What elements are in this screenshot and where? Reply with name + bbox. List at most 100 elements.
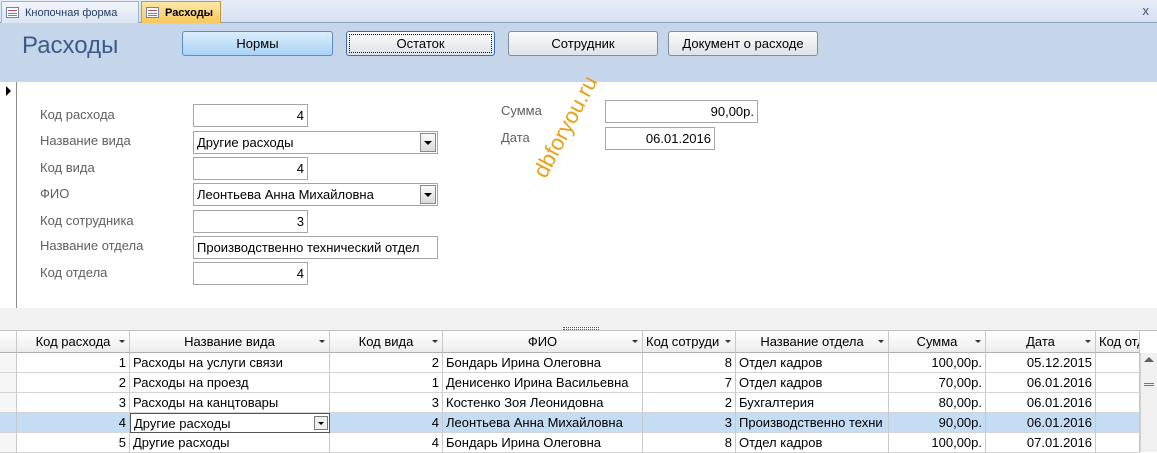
close-icon[interactable]: x [1143,3,1150,18]
table-cell[interactable]: 8 [643,433,736,453]
table-cell[interactable]: 3 [643,413,736,433]
type-code-field[interactable]: 4 [193,157,308,180]
type-name-combo[interactable]: Другие расходы [193,131,438,154]
label-fio: ФИО [40,186,70,201]
expense-document-button[interactable]: Документ о расходе [668,31,818,56]
table-cell[interactable]: 2 [330,353,443,373]
table-cell[interactable]: 4 [330,433,443,453]
fio-combo[interactable]: Леонтьева Анна Михайловна [193,183,438,206]
column-header[interactable]: ФИО [443,331,643,353]
select-all-corner[interactable] [0,331,17,353]
table-cell[interactable]: Бондарь Ирина Олеговна [443,353,643,373]
table-cell[interactable]: 4 [17,413,130,433]
table-cell[interactable]: 70,00р. [889,373,986,393]
column-header[interactable]: Сумма [889,331,986,353]
sort-arrow-icon[interactable] [319,340,325,343]
row-selector[interactable] [0,353,17,373]
table-cell[interactable] [1096,413,1140,433]
table-cell[interactable]: Расходы на проезд [130,373,330,393]
table-cell[interactable]: Производственно техни [736,413,889,433]
splitter-grip-icon[interactable] [563,327,599,330]
table-cell[interactable]: Расходы на канцтовары [130,393,330,413]
table-cell[interactable]: 5 [17,433,130,453]
column-header[interactable]: Код вида [330,331,443,353]
table-cell[interactable]: 3 [330,393,443,413]
vertical-scrollbar[interactable] [1140,353,1157,452]
sort-arrow-icon[interactable] [878,340,884,343]
table-cell[interactable]: Леонтьева Анна Михайловна [443,413,643,433]
record-selector[interactable] [0,82,17,308]
table-cell[interactable]: 80,00р. [889,393,986,413]
table-cell[interactable]: 2 [643,393,736,413]
table-cell[interactable] [1096,373,1140,393]
table-cell[interactable]: 100,00р. [889,433,986,453]
scroll-up-icon[interactable] [1144,357,1154,362]
split-form-divider[interactable] [0,308,1157,331]
table-cell[interactable]: Бухгалтерия [736,393,889,413]
sort-arrow-icon[interactable] [1085,340,1091,343]
table-cell[interactable]: 2 [17,373,130,393]
tab-button-form[interactable]: Кнопочная форма [1,1,139,23]
department-code-field[interactable]: 4 [193,262,308,285]
row-selector[interactable] [0,373,17,393]
employee-code-field[interactable]: 3 [193,210,308,233]
table-cell[interactable]: Отдел кадров [736,433,889,453]
chevron-down-icon[interactable] [420,185,436,204]
table-cell[interactable] [1096,353,1140,373]
column-header[interactable]: Дата [986,331,1096,353]
table-cell[interactable]: 90,00р. [889,413,986,433]
table-cell[interactable]: Расходы на услуги связи [130,353,330,373]
table-cell[interactable]: Отдел кадров [736,353,889,373]
table-cell[interactable]: 7 [643,373,736,393]
table-cell[interactable]: Отдел кадров [736,373,889,393]
column-header[interactable]: Код расхода [17,331,130,353]
table-cell[interactable]: 05.12.2015 [986,353,1096,373]
department-name-field[interactable]: Производственно технический отдел [193,236,438,259]
chevron-down-icon[interactable] [314,416,328,430]
table-cell[interactable]: 4 [330,413,443,433]
sort-arrow-icon[interactable] [432,340,438,343]
table-cell[interactable]: 07.01.2016 [986,433,1096,453]
datasheet-grid: Код расхода Название вида Код вида ФИО К… [0,331,1157,453]
column-header[interactable]: Код отд [1096,331,1140,353]
table-cell[interactable]: 3 [17,393,130,413]
label-department-code: Код отдела [40,265,108,280]
sort-arrow-icon[interactable] [975,340,981,343]
table-cell[interactable]: Бондарь Ирина Олеговна [443,433,643,453]
table-cell[interactable]: Другие расходы [130,433,330,453]
norms-button[interactable]: Нормы [182,31,333,56]
employee-button[interactable]: Сотрудник [508,31,658,56]
row-selector[interactable] [0,393,17,413]
column-header[interactable]: Название отдела [736,331,889,353]
chevron-down-icon[interactable] [420,133,436,152]
column-header[interactable]: Код сотруди [643,331,736,353]
scroll-thumb[interactable] [1144,383,1154,386]
balance-button[interactable]: Остаток [346,31,495,56]
amount-field[interactable]: 90,00р. [605,100,758,123]
table-cell[interactable]: 06.01.2016 [986,373,1096,393]
table-cell[interactable]: 100,00р. [889,353,986,373]
row-selector[interactable] [0,413,17,433]
table-cell[interactable]: Денисенко Ирина Васильевна [443,373,643,393]
table-cell[interactable]: 06.01.2016 [986,413,1096,433]
sort-arrow-icon[interactable] [632,340,638,343]
table-cell[interactable]: Костенко Зоя Леонидовна [443,393,643,413]
table-cell[interactable]: 1 [330,373,443,393]
sort-arrow-icon[interactable] [119,340,125,343]
table-cell-combo[interactable]: Другие расходы [130,413,330,433]
sort-arrow-icon[interactable] [725,340,731,343]
table-cell[interactable] [1096,393,1140,413]
table-cell[interactable]: 06.01.2016 [986,393,1096,413]
table-cell[interactable] [1096,433,1140,453]
label-amount: Сумма [501,103,542,118]
column-header-label: Название отдела [760,334,864,349]
row-selector[interactable] [0,433,17,453]
date-field[interactable]: 06.01.2016 [605,127,715,150]
table-cell[interactable]: 1 [17,353,130,373]
expense-code-field[interactable]: 4 [193,104,308,127]
label-employee-code: Код сотрудника [40,213,134,228]
column-header[interactable]: Название вида [130,331,330,353]
tab-expenses[interactable]: Расходы [141,1,221,23]
document-tab-bar: Кнопочная форма Расходы x [0,0,1157,23]
table-cell[interactable]: 8 [643,353,736,373]
